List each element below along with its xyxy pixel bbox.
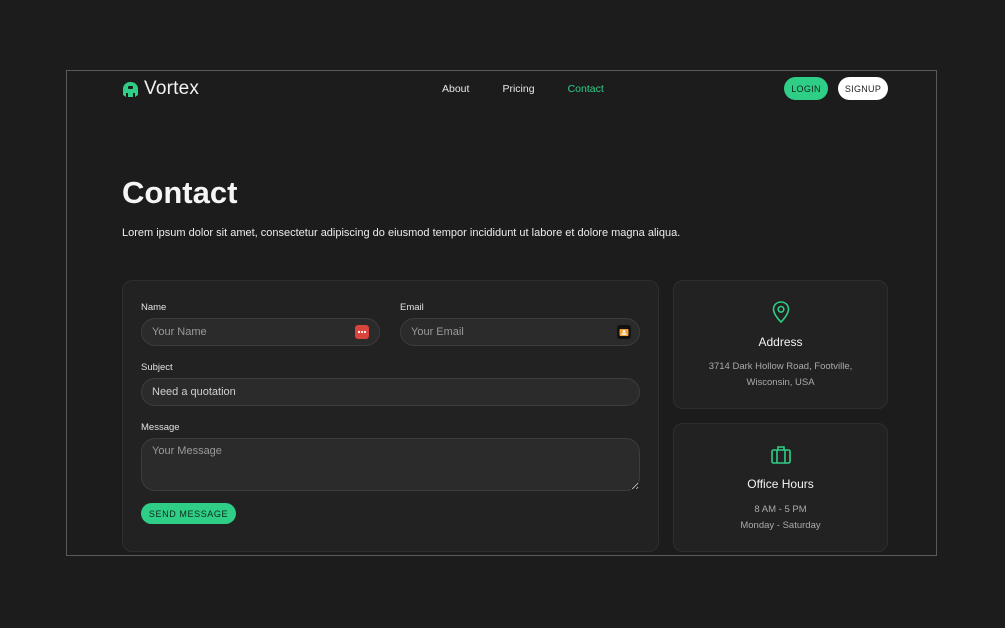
message-label: Message: [141, 422, 180, 433]
address-card: Address 3714 Dark Hollow Road, Footville…: [673, 280, 888, 409]
send-message-button[interactable]: SEND MESSAGE: [141, 503, 236, 524]
address-title: Address: [758, 335, 803, 349]
briefcase-icon: [771, 446, 791, 464]
office-hours-card: Office Hours 8 AM - 5 PM Monday - Saturd…: [673, 423, 888, 552]
address-line-2: Wisconsin, USA: [746, 377, 815, 388]
contact-card-icon[interactable]: [617, 325, 631, 339]
browser-viewport: Vortex About Pricing Contact LOGIN SIGNU…: [66, 70, 937, 556]
login-button[interactable]: LOGIN: [784, 77, 828, 100]
subject-input[interactable]: [141, 378, 640, 406]
vortex-logo-icon: [123, 81, 138, 97]
name-label: Name: [141, 302, 167, 313]
email-label: Email: [400, 302, 424, 313]
subject-label: Subject: [141, 362, 173, 373]
address-line-1: 3714 Dark Hollow Road, Footville,: [708, 361, 853, 372]
contact-card-glyph-icon: [619, 329, 629, 336]
name-input[interactable]: [141, 318, 380, 346]
message-textarea[interactable]: [141, 438, 640, 491]
map-pin-icon: [772, 301, 790, 324]
email-input[interactable]: [400, 318, 640, 346]
page-description: Lorem ipsum dolor sit amet, consectetur …: [122, 227, 681, 239]
brand-logo[interactable]: Vortex: [122, 78, 199, 100]
nav-link-contact[interactable]: Contact: [568, 83, 604, 95]
signup-button[interactable]: SIGNUP: [838, 77, 888, 100]
office-hours-days: Monday - Saturday: [740, 520, 821, 531]
nav-link-pricing[interactable]: Pricing: [502, 83, 534, 95]
main-nav: About Pricing Contact: [442, 83, 604, 95]
contact-form-card: Name Email Subject Message SEND MESSAGE: [122, 280, 659, 552]
office-hours-title: Office Hours: [747, 477, 814, 491]
brand-name: Vortex: [144, 78, 200, 99]
office-hours-time: 8 AM - 5 PM: [754, 504, 807, 515]
dots-icon: [357, 330, 367, 334]
page-title: Contact: [122, 175, 238, 210]
nav-link-about[interactable]: About: [442, 83, 469, 95]
password-manager-icon[interactable]: [355, 325, 369, 339]
